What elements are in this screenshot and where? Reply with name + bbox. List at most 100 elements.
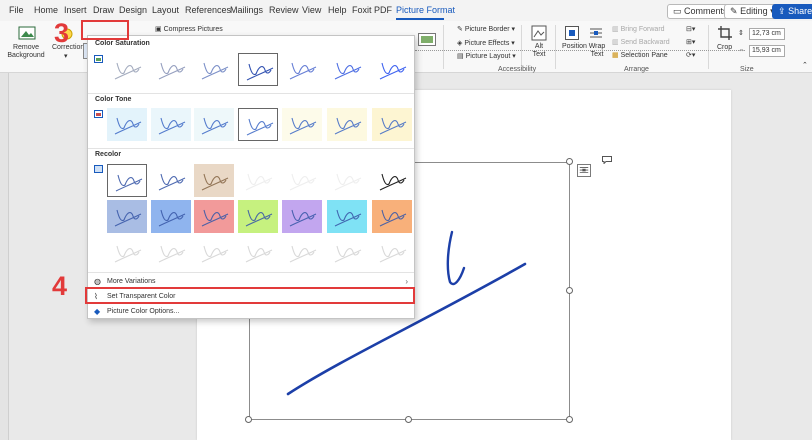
menu-foxit-pdf[interactable]: Foxit PDF — [352, 5, 392, 15]
share-icon: ⇪ — [778, 6, 786, 16]
set-transparent-color-highlight — [85, 287, 415, 304]
menu-file[interactable]: File — [9, 5, 24, 15]
selection-pane-button[interactable]: ▦ Selection Pane — [612, 52, 668, 60]
menu-home[interactable]: Home — [34, 5, 58, 15]
resize-handle-bottom-left[interactable] — [245, 416, 252, 423]
tone-preset[interactable] — [327, 108, 367, 141]
recolor-preset[interactable] — [282, 200, 322, 233]
picture-color-options-item[interactable]: ◆ Picture Color Options... — [88, 305, 414, 319]
recolor-preset[interactable] — [107, 236, 147, 269]
align-icon[interactable]: ⊟▾ — [686, 26, 695, 34]
recolor-preset[interactable] — [151, 164, 191, 197]
resize-handle-bottom[interactable] — [405, 416, 412, 423]
menu-mailings[interactable]: Mailings — [230, 5, 263, 15]
selection-pane-icon: ▦ — [612, 52, 619, 59]
rotate-icon[interactable]: ⟳▾ — [686, 52, 695, 60]
recolor-preset[interactable] — [151, 200, 191, 233]
menu-view[interactable]: View — [302, 5, 321, 15]
picture-border-button[interactable]: ✎ Picture Border ▾ — [457, 26, 515, 34]
step-4-marker: 4 — [52, 271, 68, 301]
picture-color-options-icon: ◆ — [94, 307, 101, 316]
saturation-preset[interactable] — [107, 53, 147, 86]
recolor-preset[interactable] — [107, 200, 147, 233]
collapse-ribbon-icon[interactable]: ⌃ — [802, 62, 808, 70]
color-dropdown: Color Saturation Color Tone Recolor ◍ Mo… — [87, 35, 415, 319]
tone-preset[interactable] — [151, 108, 191, 141]
recolor-preset[interactable] — [238, 200, 278, 233]
tone-preset[interactable] — [238, 108, 278, 141]
recolor-preset[interactable] — [327, 236, 367, 269]
menu-design[interactable]: Design — [119, 5, 147, 15]
size-group-label: Size — [740, 66, 754, 73]
tone-preset[interactable] — [372, 108, 412, 141]
step-3-marker: 3 — [54, 18, 70, 48]
compress-pictures-button[interactable]: ▣ Compress Pictures — [155, 26, 223, 34]
picture-mini-icon — [94, 165, 103, 173]
recolor-title: Recolor — [95, 151, 122, 158]
share-button[interactable]: ⇪ Share — [772, 4, 812, 19]
recolor-preset[interactable] — [194, 236, 234, 269]
recolor-preset[interactable] — [107, 164, 147, 197]
horizontal-ruler — [415, 46, 745, 51]
saturation-preset[interactable] — [194, 53, 234, 86]
resize-handle-top-right[interactable] — [566, 158, 573, 165]
color-tone-title: Color Tone — [95, 96, 132, 103]
share-label: Share — [788, 6, 812, 16]
recolor-preset[interactable] — [238, 164, 278, 197]
height-field[interactable]: 12,73 cm — [749, 28, 785, 40]
recolor-preset[interactable] — [194, 164, 234, 197]
color-button-highlight — [81, 20, 129, 40]
saturation-preset[interactable] — [372, 53, 412, 86]
recolor-preset[interactable] — [194, 200, 234, 233]
picture-border-label: Picture Border — [464, 26, 510, 33]
saturation-preset[interactable] — [151, 53, 191, 86]
resize-handle-right[interactable] — [566, 287, 573, 294]
recolor-preset[interactable] — [282, 164, 322, 197]
menu-draw[interactable]: Draw — [93, 5, 114, 15]
recolor-preset[interactable] — [327, 164, 367, 197]
resize-handle-bottom-right[interactable] — [566, 416, 573, 423]
remove-background-button[interactable]: Remove Background — [6, 44, 46, 60]
recolor-preset[interactable] — [151, 236, 191, 269]
picture-border-icon: ✎ — [457, 26, 463, 33]
menu-insert[interactable]: Insert — [64, 5, 87, 15]
picture-layout-icon: ▤ — [457, 53, 464, 60]
menu-picture-format[interactable]: Picture Format — [396, 5, 455, 15]
recolor-preset[interactable] — [372, 236, 412, 269]
menu-references[interactable]: References — [185, 5, 231, 15]
recolor-preset[interactable] — [327, 200, 367, 233]
menu-review[interactable]: Review — [269, 5, 299, 15]
picture-mini-icon — [94, 55, 103, 63]
recolor-preset[interactable] — [238, 236, 278, 269]
send-backward-icon: ▥ — [612, 39, 619, 46]
more-variations-label: More Variations — [107, 278, 156, 285]
menu-layout[interactable]: Layout — [152, 5, 179, 15]
tone-preset[interactable] — [282, 108, 322, 141]
layout-options-icon[interactable] — [577, 164, 591, 177]
compress-icon: ▣ — [155, 26, 162, 33]
recolor-preset[interactable] — [372, 164, 412, 197]
tone-preset[interactable] — [194, 108, 234, 141]
picture-color-options-label: Picture Color Options... — [107, 308, 180, 315]
picture-style-thumb[interactable] — [418, 33, 436, 46]
menu-bar: File Home Insert Draw Design Layout Refe… — [0, 0, 812, 21]
arrange-group-label: Arrange — [624, 66, 649, 73]
saturation-preset[interactable] — [327, 53, 367, 86]
width-field[interactable]: 15,93 cm — [749, 45, 785, 57]
remove-background-icon — [18, 26, 36, 40]
recolor-preset[interactable] — [282, 236, 322, 269]
saturation-preset[interactable] — [282, 53, 322, 86]
menu-help[interactable]: Help — [328, 5, 347, 15]
picture-layout-button[interactable]: ▤ Picture Layout ▾ — [457, 53, 516, 61]
picture-mini-icon — [94, 110, 103, 118]
comment-marker-icon[interactable] — [602, 156, 612, 164]
saturation-preset[interactable] — [238, 53, 278, 86]
comment-icon: ▭ — [673, 6, 682, 16]
recolor-preset[interactable] — [372, 200, 412, 233]
editing-label: Editing — [740, 6, 768, 16]
bring-forward-button[interactable]: ▥ Bring Forward — [612, 26, 665, 34]
section-divider — [88, 148, 414, 149]
comments-label: Comments — [684, 6, 728, 16]
position-icon — [565, 26, 579, 40]
tone-preset[interactable] — [107, 108, 147, 141]
